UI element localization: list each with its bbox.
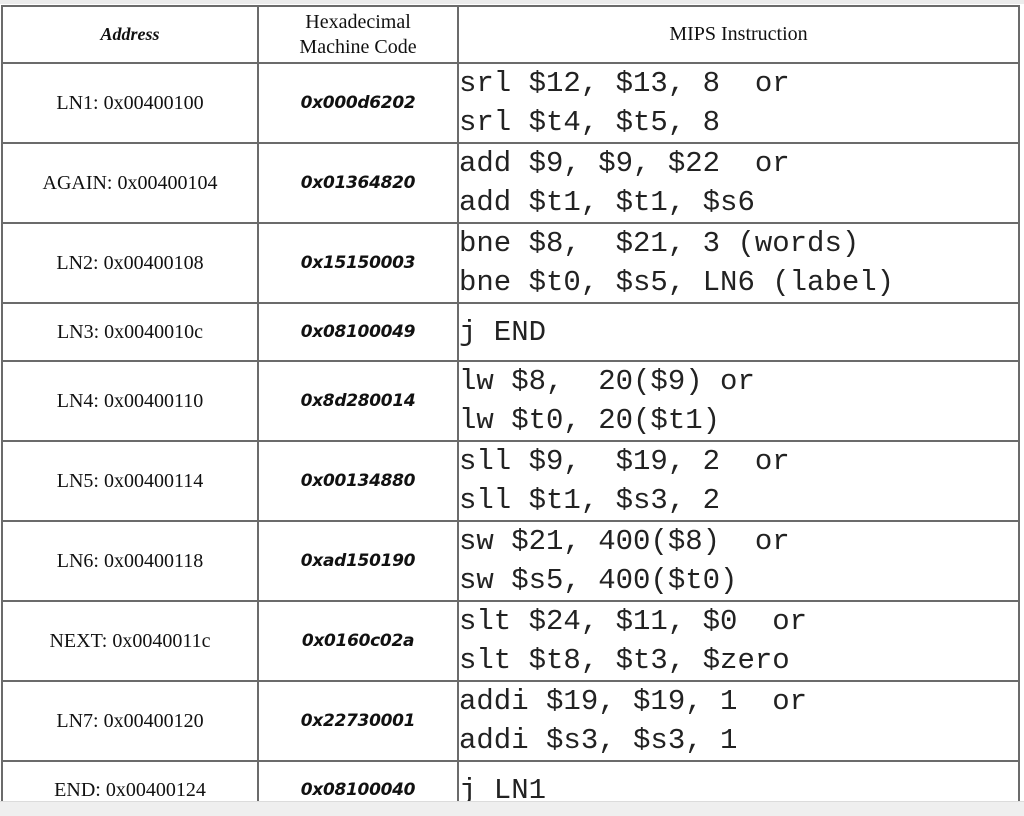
instruction-cell: sw $21, 400($8) or sw $s5, 400($t0) xyxy=(457,520,1020,602)
table-row: LN4: 0x00400110 0x8d280014 lw $8, 20($9) o… xyxy=(1,360,1020,442)
hex-code-cell: 0x8d280014 xyxy=(257,360,459,442)
instruction-line: addi $s3, $s3, 1 xyxy=(459,724,738,757)
instruction-cell: sll $9, $19, 2 or sll $t1, $s3, 2 xyxy=(457,440,1020,522)
table-row: LN5: 0x00400114 0x00134880 sll $9, $19, 2 … xyxy=(1,440,1020,522)
bottom-scroll-bar xyxy=(0,801,1024,816)
instruction-cell: add $9, $9, $22 or add $t1, $t1, $s6 xyxy=(457,142,1020,224)
instruction-line: j LN1 xyxy=(459,773,547,802)
instruction-line: addi $19, $19, 1 or xyxy=(459,685,808,718)
table-header-row: Address Hexadecimal Machine Code MIPS In… xyxy=(1,5,1020,64)
address-cell: LN5: 0x00400114 xyxy=(1,440,259,522)
hex-code-cell: 0x15150003 xyxy=(257,222,459,304)
table-row: LN3: 0x0040010c 0x08100049 j END xyxy=(1,302,1020,362)
table-row: AGAIN: 0x00400104 0x01364820 add $9, $9, $… xyxy=(1,142,1020,224)
address-cell: LN2: 0x00400108 xyxy=(1,222,259,304)
hex-code-cell: 0x00134880 xyxy=(257,440,459,522)
address-cell: LN6: 0x00400118 xyxy=(1,520,259,602)
table-row: LN7: 0x00400120 0x22730001 addi $19, $19, … xyxy=(1,680,1020,762)
instruction-cell: j LN1 xyxy=(457,760,1020,802)
address-cell: LN4: 0x00400110 xyxy=(1,360,259,442)
instruction-line: sll $t1, $s3, 2 xyxy=(459,484,721,517)
table-row: LN6: 0x00400118 0xad150190 sw $21, 400($8)… xyxy=(1,520,1020,602)
address-cell: LN3: 0x0040010c xyxy=(1,302,259,362)
instruction-line: j END xyxy=(459,315,547,349)
document-viewport[interactable]: Address Hexadecimal Machine Code MIPS In… xyxy=(0,4,1024,801)
address-cell: AGAIN: 0x00400104 xyxy=(1,142,259,224)
mips-instruction-table: Address Hexadecimal Machine Code MIPS In… xyxy=(1,5,1020,801)
instruction-cell: lw $8, 20($9) or lw $t0, 20($t1) xyxy=(457,360,1020,442)
header-instruction: MIPS Instruction xyxy=(457,5,1020,64)
instruction-cell: slt $24, $11, $0 or slt $t8, $t3, $zero xyxy=(457,600,1020,682)
instruction-cell: srl $12, $13, 8 or srl $t4, $t5, 8 xyxy=(457,62,1020,144)
instruction-line: add $9, $9, $22 or xyxy=(459,147,790,180)
instruction-line: lw $t0, 20($t1) xyxy=(459,404,721,437)
table-body: LN1: 0x00400100 0x000d6202 srl $12, $13, 8… xyxy=(1,62,1020,802)
address-cell: END: 0x00400124 xyxy=(1,760,259,801)
instruction-line: sw $21, 400($8) or xyxy=(459,525,790,558)
instruction-line: sll $9, $19, 2 or xyxy=(459,445,790,478)
hex-code-cell: 0x000d6202 xyxy=(257,62,459,144)
hex-code-cell: 0x22730001 xyxy=(257,680,459,762)
hex-code-cell: 0x0160c02a xyxy=(257,600,459,682)
instruction-cell: j END xyxy=(457,302,1020,362)
instruction-line: bne $8, $21, 3 (words) xyxy=(459,227,860,260)
header-hex-line2: Machine Code xyxy=(299,35,417,58)
table-row: NEXT: 0x0040011c 0x0160c02a slt $24, $11, … xyxy=(1,600,1020,682)
instruction-line: srl $12, $13, 8 or xyxy=(459,67,790,100)
instruction-line: slt $24, $11, $0 or xyxy=(459,605,808,638)
hex-code-cell: 0xad150190 xyxy=(257,520,459,602)
instruction-cell: addi $19, $19, 1 or addi $s3, $s3, 1 xyxy=(457,680,1020,762)
header-hex: Hexadecimal Machine Code xyxy=(257,5,459,64)
header-address: Address xyxy=(1,5,259,64)
instruction-cell: bne $8, $21, 3 (words) bne $t0, $s5, LN6 … xyxy=(457,222,1020,304)
hex-code-cell: 0x08100049 xyxy=(257,302,459,362)
address-cell: LN7: 0x00400120 xyxy=(1,680,259,762)
table-row: END: 0x00400124 0x08100040 j LN1 xyxy=(1,760,1020,802)
instruction-line: slt $t8, $t3, $zero xyxy=(459,644,790,677)
table-row: LN2: 0x00400108 0x15150003 bne $8, $21, 3 … xyxy=(1,222,1020,304)
address-cell: LN1: 0x00400100 xyxy=(1,62,259,144)
table-row: LN1: 0x00400100 0x000d6202 srl $12, $13, 8… xyxy=(1,62,1020,144)
hex-code-cell: 0x01364820 xyxy=(257,142,459,224)
instruction-line: add $t1, $t1, $s6 xyxy=(459,186,755,219)
instruction-line: srl $t4, $t5, 8 xyxy=(459,106,721,139)
address-cell: NEXT: 0x0040011c xyxy=(1,600,259,682)
hex-code-cell: 0x08100040 xyxy=(257,760,459,801)
instruction-line: bne $t0, $s5, LN6 (label) xyxy=(459,266,895,299)
instruction-line: sw $s5, 400($t0) xyxy=(459,564,738,597)
instruction-line: lw $8, 20($9) or xyxy=(459,365,755,398)
header-hex-line1: Hexadecimal xyxy=(305,10,411,33)
